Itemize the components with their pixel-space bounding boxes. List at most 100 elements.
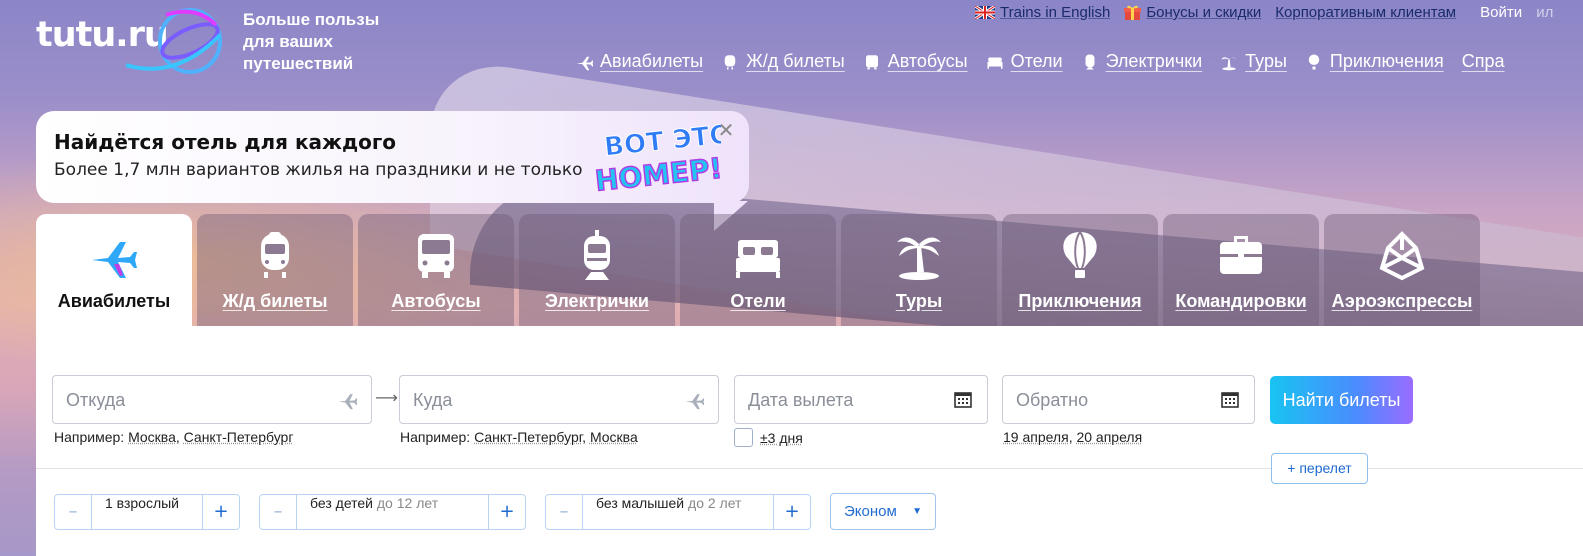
hint-link[interactable]: Москва [128,429,176,445]
nav-label: Авиабилеты [600,51,703,72]
hint-prefix: Например: [400,429,470,445]
tab-buses[interactable]: Автобусы [358,214,514,326]
plane-icon [337,390,357,410]
link-label: Бонусы и скидки [1146,4,1261,21]
from-input[interactable]: Откуда [52,375,372,424]
infants-value: без малышей до 2 лет [582,495,774,529]
tab-flights[interactable]: Авиабилеты [36,214,192,326]
nav-label: Отели [1011,51,1063,72]
nav-label: Ж/д билеты [746,51,845,72]
tab-suburban[interactable]: Электрички [519,214,675,326]
search-button[interactable]: Найти билеты [1270,376,1413,424]
palm-icon [893,230,945,282]
tab-label: Автобусы [358,291,514,312]
globe-icon [116,5,224,75]
nav-item-help[interactable]: Спра [1462,51,1505,72]
nav-item-hotels[interactable]: Отели [986,51,1063,72]
infants-stepper: – без малышей до 2 лет + [545,494,811,530]
promo-title: Найдётся отель для каждого [54,130,396,154]
bonuses-link[interactable]: Бонусы и скидки [1124,4,1261,21]
adults-count: 1 взрослый [105,495,179,511]
hint-prefix: Например: [54,429,124,445]
hint-link[interactable]: Санкт-Петербург [184,429,294,445]
bus-icon [410,230,462,282]
hint-link[interactable]: Санкт-Петербург [474,429,582,445]
calendar-icon [953,390,973,410]
to-input[interactable]: Куда [399,375,719,424]
return-placeholder: Обратно [1016,390,1088,411]
plane-icon [575,53,593,71]
tab-label: Аэроэкспрессы [1324,291,1480,312]
bus-icon [863,53,881,71]
tab-label: Ж/д билеты [197,291,353,312]
minus-button[interactable]: – [55,495,91,529]
nav-label: Автобусы [888,51,968,72]
login-link[interactable]: Войти ил [1480,4,1553,21]
service-tabs: Авиабилеты Ж/д билеты Автобусы Электричк… [36,214,1480,326]
tab-tours[interactable]: Туры [841,214,997,326]
close-icon[interactable]: ✕ [715,119,737,141]
nav-item-flights[interactable]: Авиабилеты [575,51,703,72]
suburban-train-icon [571,230,623,282]
nav-label: Спра [1462,51,1505,72]
minus-button[interactable]: – [546,495,582,529]
nav-label: Электрички [1106,51,1203,72]
plus-button[interactable]: + [774,495,810,529]
return-date-input[interactable]: Обратно [1002,375,1255,424]
train-icon [721,53,739,71]
nav-item-buses[interactable]: Автобусы [863,51,968,72]
tab-label: Электрички [519,291,675,312]
tab-label: Отели [680,291,836,312]
slogan: Больше пользы для ваших путешествий [243,9,379,75]
children-value: без детей до 12 лет [296,495,489,529]
flex-dates-checkbox[interactable] [734,428,753,447]
hint-link[interactable]: Москва [590,429,638,445]
plus-button[interactable]: + [489,495,525,529]
login-label-more: ил [1536,4,1553,21]
hint-link[interactable]: 19 апреля [1003,429,1069,445]
tab-trains[interactable]: Ж/д билеты [197,214,353,326]
top-links: Trains in English Бонусы и скидки Корпор… [975,4,1553,21]
tab-aeroexpress[interactable]: Аэроэкспрессы [1324,214,1480,326]
hint-link[interactable]: 20 апреля [1076,429,1142,445]
tab-business-trips[interactable]: Командировки [1163,214,1319,326]
briefcase-icon [1215,230,1267,282]
add-flight-button[interactable]: + перелет [1271,453,1368,484]
infants-count: без малышей [596,495,684,511]
promo-subtitle: Более 1,7 млн вариантов жилья на праздни… [54,160,583,180]
adults-stepper: – 1 взрослый + [54,494,240,530]
aeroexpress-icon [1376,230,1428,282]
depart-date-input[interactable]: Дата вылета [734,375,988,424]
nav-item-adventures[interactable]: Приключения [1305,51,1444,72]
logo[interactable]: tutu.ru [36,5,168,65]
tab-adventures[interactable]: Приключения [1002,214,1158,326]
flex-dates-label[interactable]: ±3 дня [760,430,803,446]
slogan-line: путешествий [243,53,379,75]
link-label: Trains in English [1000,4,1110,21]
from-placeholder: Откуда [66,390,125,411]
minus-button[interactable]: – [260,495,296,529]
children-count: без детей [310,495,373,511]
infants-age-note: до 2 лет [688,495,741,511]
nav-item-tours[interactable]: Туры [1220,51,1287,72]
corporate-link[interactable]: Корпоративным клиентам [1275,4,1456,21]
palm-icon [1220,53,1238,71]
swap-arrow-icon[interactable]: ⟶ [375,388,398,407]
nav-item-suburban[interactable]: Электрички [1081,51,1203,72]
main-nav: Авиабилеты Ж/д билеты Автобусы Отели Эле… [575,51,1505,72]
suburban-train-icon [1081,53,1099,71]
tab-label: Приключения [1002,291,1158,312]
tab-hotels[interactable]: Отели [680,214,836,326]
children-age-note: до 12 лет [377,495,438,511]
link-label: Корпоративным клиентам [1275,4,1456,21]
nav-item-trains[interactable]: Ж/д билеты [721,51,845,72]
bed-icon [732,230,784,282]
cabin-class-select[interactable]: Эконом ▼ [830,493,936,530]
plus-button[interactable]: + [203,495,239,529]
promo-banner[interactable]: Найдётся отель для каждого Более 1,7 млн… [36,111,749,203]
calendar-icon [1220,390,1240,410]
trains-in-english-link[interactable]: Trains in English [975,4,1110,21]
to-hint: Например: Санкт-Петербург, Москва [400,429,638,445]
slogan-line: Больше пользы [243,9,379,31]
login-label: Войти [1480,4,1522,21]
